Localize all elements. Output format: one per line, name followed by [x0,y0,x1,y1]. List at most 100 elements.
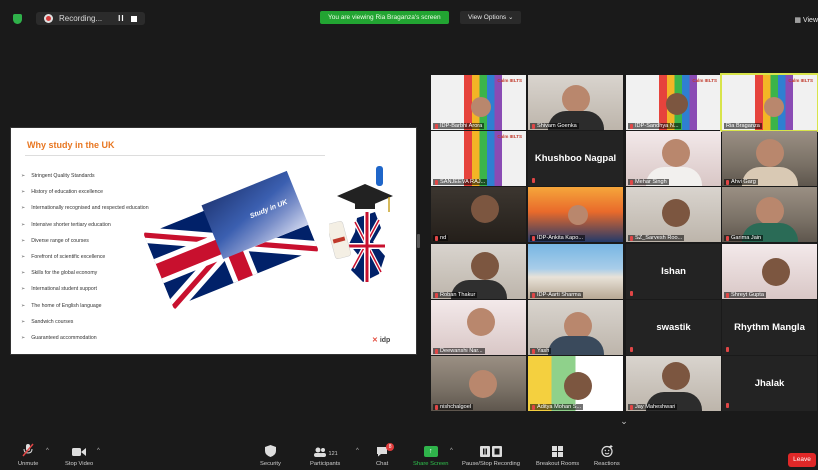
bullet-text: Skills for the global economy [31,270,98,277]
participant-tile[interactable]: Shreyt Gupta [722,244,817,299]
bullet-text: Intensive shorter tertiary education [31,221,111,228]
share-screen-icon: ↑ [423,441,438,457]
idp-logo-text: idp [379,337,391,344]
participant-video [471,97,491,117]
participant-tile[interactable]: nishchalgoel [431,356,526,411]
pause-stop-recording-button[interactable]: Pause/Stop Recording [462,441,520,467]
share-screen-label: Share Screen [413,461,449,467]
video-options-caret-icon[interactable]: ^ [97,448,100,454]
split-view-handle[interactable] [417,234,420,248]
participant-video [469,370,497,398]
participant-tile[interactable]: Jhalak [722,356,817,411]
arrow-icon: ➢ [21,237,26,244]
participant-tile[interactable]: IDP-Ankita Kapo... [528,187,623,242]
unmute-label: Unmute [18,461,39,467]
arrow-icon: ➢ [21,286,26,293]
participant-name-label: IDP-Sandhya N... [628,123,681,129]
participant-tile[interactable]: Rhythm Mangla [722,300,817,355]
participant-tile[interactable]: Ishan [626,244,721,299]
arrow-icon: ➢ [21,334,26,341]
participant-tile[interactable]: SZ_Sarvesh Roo... [626,187,721,242]
participant-tile[interactable]: IDP-Aarti Sharma [528,244,623,299]
participant-name-placeholder: Jhalak [754,378,785,389]
audio-options-caret-icon[interactable]: ^ [46,448,49,454]
share-screen-button[interactable]: ↑ Share Screen [413,441,448,467]
video-camera-icon [72,441,87,457]
view-options-button[interactable]: View Options ⌄ [460,11,522,24]
participant-name-label: Mehar Singh [628,179,669,185]
participants-options-caret-icon[interactable]: ^ [356,448,359,454]
muted-mic-icon [532,348,535,354]
stop-video-label: Stop Video [65,461,94,467]
chat-button[interactable]: 8 Chat [376,441,395,467]
participant-tile[interactable]: Yash [528,300,623,355]
pause-recording-icon[interactable]: II [118,14,124,23]
participant-tile[interactable]: swastik [626,300,721,355]
pause-stop-recording-label: Pause/Stop Recording [462,461,521,467]
gallery-scroll-down-button[interactable]: ⌄ [614,416,634,428]
muted-mic-icon [630,291,633,296]
muted-mic-icon [630,123,633,129]
participant-tile-active-speaker[interactable]: Calm IELTS Ria Braganza [722,75,817,130]
arrow-icon: ➢ [21,205,26,212]
muted-mic-icon [532,123,535,129]
participant-tile[interactable]: Shivam Goenka [528,75,623,130]
slide-bullet: ➢ Intensive shorter tertiary education [21,217,149,233]
participant-tile[interactable]: Jay Maheshwari [626,356,721,411]
participant-video [467,308,495,336]
grid-icon: ▦ [794,17,801,24]
participant-tile[interactable]: nd [431,187,526,242]
slide-bullet: ➢ History of education excellence [21,184,149,200]
participant-tile[interactable]: Deewanshi Nar... [431,300,526,355]
muted-mic-icon [435,348,438,354]
arrow-icon: ➢ [21,221,26,228]
stop-recording-icon[interactable] [130,15,137,22]
view-button[interactable]: ▦ View [794,16,818,24]
participant-video [756,197,784,225]
participant-name-label: nishchalgoel [433,404,474,410]
participant-tile[interactable]: Garima Jain [722,187,817,242]
participants-count: 121 [328,451,338,457]
participants-label: Participants [310,461,341,467]
muted-mic-icon [630,235,633,241]
arrow-icon: ➢ [21,173,26,180]
slide-bullet: ➢ Diverse range of courses [21,233,149,249]
recording-box: Recording... II [36,12,145,25]
participant-tile[interactable]: Khushboo Nagpal [528,131,623,186]
participant-name-label: Jay Maheshwari [628,404,678,410]
share-options-caret-icon[interactable]: ^ [450,448,453,454]
bullet-text: History of education excellence [31,189,104,196]
participant-tile[interactable]: Ahvi Garg [722,131,817,186]
participants-button[interactable]: 121 Participants [310,441,340,467]
breakout-rooms-button[interactable]: Breakout Rooms [536,441,579,467]
reactions-button[interactable]: Reactions [594,441,620,467]
arrow-icon: ➢ [21,254,26,261]
participant-tile[interactable]: Calm IELTS IDP-Barbhi Arora [431,75,526,130]
muted-mic-icon [726,403,729,408]
bullet-text: Sandwich courses [31,318,74,325]
pause-stop-icon [480,441,502,457]
security-label: Security [260,461,281,467]
participant-tile[interactable]: Aditya Mohan S... [528,356,623,411]
security-button[interactable]: Security [260,441,281,467]
participant-video [666,93,688,115]
muted-mic-icon [630,404,633,410]
arrow-icon: ➢ [21,318,26,325]
stop-video-button[interactable]: Stop Video [65,441,93,467]
muted-microphone-icon [22,441,34,457]
participant-tile[interactable]: Roban Thakur [431,244,526,299]
participant-name-label: Garima Jain [724,235,764,241]
shared-screen-slide: Why study in the UK ➢ Stringent Quality S… [11,128,416,354]
participant-tile[interactable]: Calm IELTS SANJEEVA RAJ... [431,131,526,186]
participant-tile[interactable]: Calm IELTS IDP-Sandhya N... [626,75,721,130]
leave-meeting-button[interactable]: Leave [788,453,816,467]
slide-bullet: ➢ Forefront of scientific excellence [21,249,149,265]
unmute-button[interactable]: Unmute [18,441,38,467]
viewing-screen-banner: You are viewing Ria Braganza's screen [320,11,449,24]
participant-tile[interactable]: Mehar Singh [626,131,721,186]
participant-video [764,97,784,117]
chat-unread-badge: 8 [386,443,395,451]
slide-bullet: ➢ International student support [21,281,149,297]
shield-icon[interactable] [13,13,22,24]
participant-name-placeholder: Khushboo Nagpal [534,153,617,164]
